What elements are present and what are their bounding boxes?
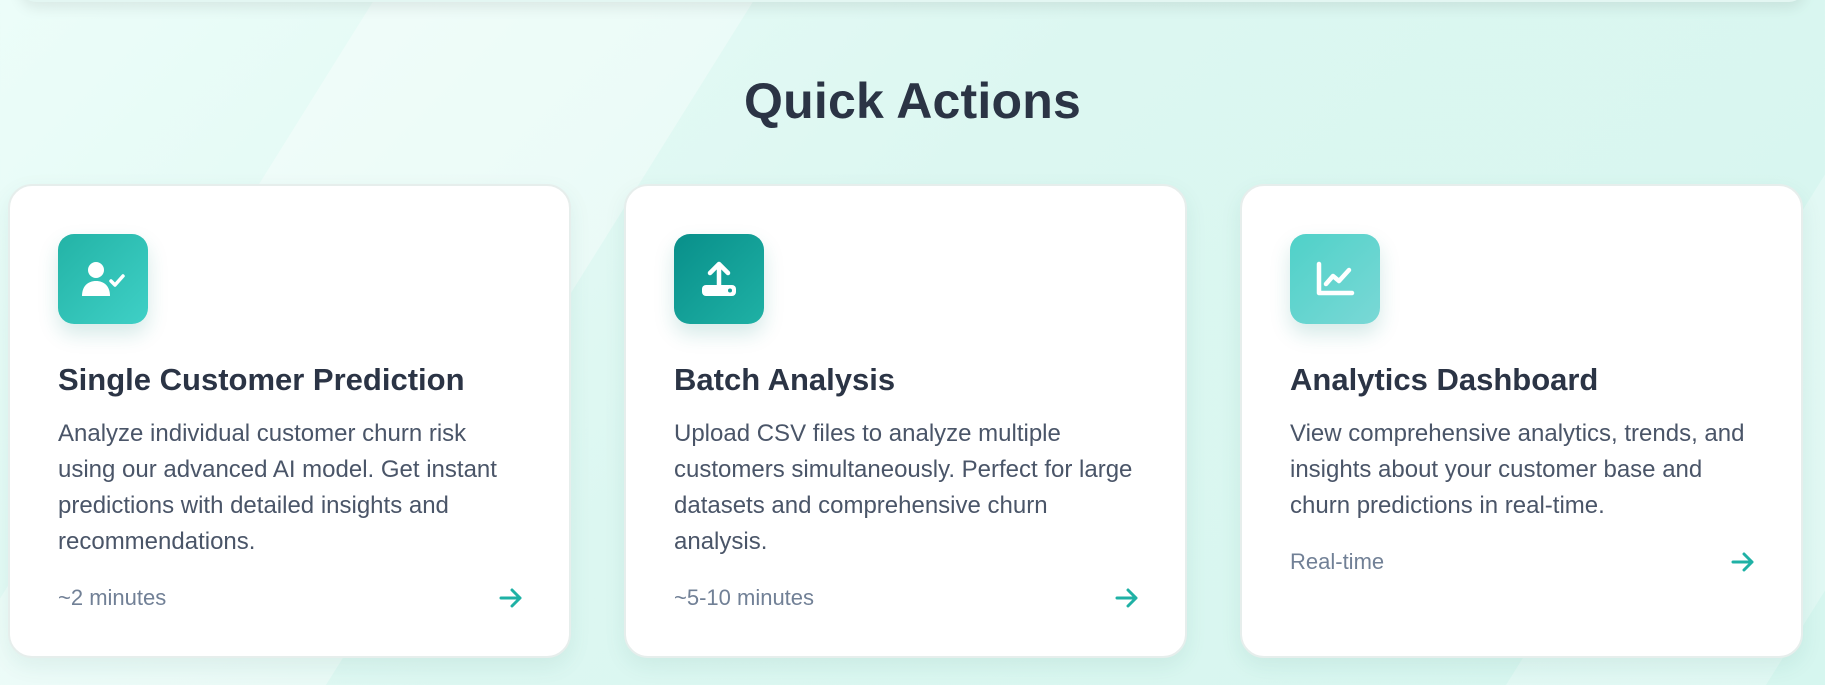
card-time-estimate: Real-time bbox=[1290, 549, 1385, 574]
card-footer: ~2 minutes bbox=[58, 584, 525, 612]
card-footer: Real-time bbox=[1290, 548, 1757, 576]
chart-line-icon bbox=[1290, 234, 1380, 324]
arrow-right-icon[interactable] bbox=[1113, 584, 1141, 612]
arrow-right-icon[interactable] bbox=[1729, 548, 1757, 576]
user-check-icon bbox=[58, 234, 148, 324]
upload-icon bbox=[674, 234, 764, 324]
card-description: Analyze individual customer churn risk u… bbox=[58, 420, 497, 555]
arrow-right-icon[interactable] bbox=[497, 584, 525, 612]
card-batch-analysis[interactable]: Batch Analysis Upload CSV files to analy… bbox=[624, 184, 1187, 658]
card-title: Single Customer Prediction bbox=[58, 362, 465, 397]
section-title: Quick Actions bbox=[744, 73, 1081, 129]
card-description: Upload CSV files to analyze multiple cus… bbox=[674, 420, 1133, 555]
card-description: View comprehensive analytics, trends, an… bbox=[1290, 420, 1745, 519]
card-analytics-dashboard[interactable]: Analytics Dashboard View comprehensive a… bbox=[1240, 184, 1803, 658]
quick-actions-grid: Single Customer Prediction Analyze indiv… bbox=[8, 184, 1803, 658]
card-title: Analytics Dashboard bbox=[1290, 362, 1599, 397]
card-title: Batch Analysis bbox=[674, 362, 896, 397]
top-section-edge bbox=[20, 0, 1805, 2]
card-single-customer-prediction[interactable]: Single Customer Prediction Analyze indiv… bbox=[8, 184, 571, 658]
card-time-estimate: ~5-10 minutes bbox=[674, 585, 815, 610]
card-time-estimate: ~2 minutes bbox=[58, 585, 167, 610]
card-footer: ~5-10 minutes bbox=[674, 584, 1141, 612]
